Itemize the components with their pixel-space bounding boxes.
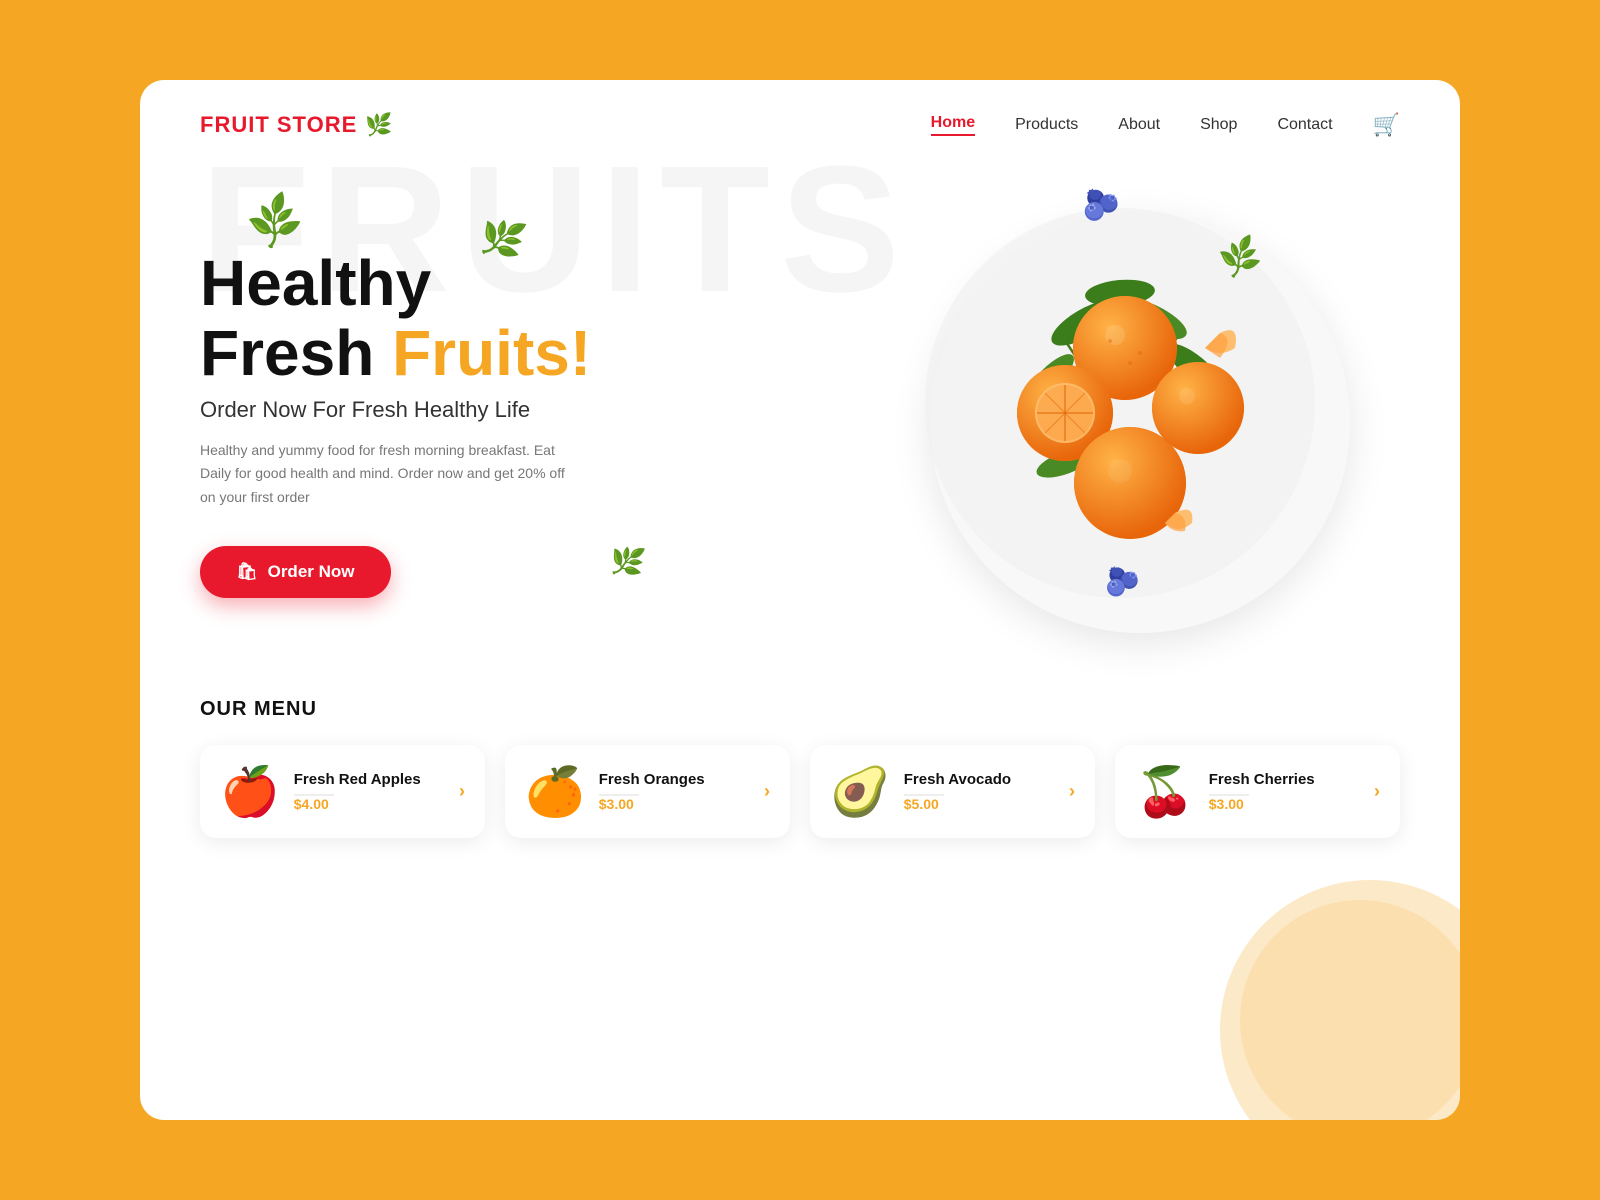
menu-info-oranges: Fresh Oranges $3.00 <box>599 771 750 812</box>
logo-fruit-text: FRUIT <box>200 112 270 137</box>
main-nav: Home Products About Shop Contact 🛒 <box>931 112 1400 138</box>
menu-info-cherries: Fresh Cherries $3.00 <box>1209 771 1360 812</box>
order-btn-label: Order Now <box>268 562 355 582</box>
menu-section: OUR MENU 🍎 Fresh Red Apples $4.00 › 🍊 Fr… <box>140 698 1460 878</box>
menu-name-oranges: Fresh Oranges <box>599 771 750 788</box>
plate-container <box>910 193 1370 653</box>
menu-price-cherries: $3.00 <box>1209 796 1360 812</box>
logo-leaf-icon: 🌿 <box>365 112 392 138</box>
menu-price-oranges: $3.00 <box>599 796 750 812</box>
menu-card-cherries[interactable]: 🍒 Fresh Cherries $3.00 › <box>1115 745 1400 838</box>
menu-icon-apples: 🍎 <box>220 763 280 820</box>
hero-title-line1: Healthy <box>200 247 431 319</box>
hero-description: Healthy and yummy food for fresh morning… <box>200 439 580 510</box>
menu-name-avocado: Fresh Avocado <box>904 771 1055 788</box>
menu-price-avocado: $5.00 <box>904 796 1055 812</box>
menu-icon-avocado: 🥑 <box>830 763 890 820</box>
hero-title-line2-black: Fresh <box>200 317 392 389</box>
nav-item-shop[interactable]: Shop <box>1200 116 1237 134</box>
logo-store-text: STORE <box>270 112 358 137</box>
menu-section-title: OUR MENU <box>200 698 1400 721</box>
menu-arrow-oranges[interactable]: › <box>764 781 770 802</box>
menu-info-apples: Fresh Red Apples $4.00 <box>294 771 445 812</box>
menu-card-avocado[interactable]: 🥑 Fresh Avocado $5.00 › <box>810 745 1095 838</box>
main-container: FRUITS FRUIT STORE 🌿 Home Products About… <box>140 80 1460 1120</box>
hero-section: 🌿 🌿 🌿 🫐 🫐 🌿 Healthy Fresh Fruits! Order … <box>140 138 1460 698</box>
nav-item-about[interactable]: About <box>1118 116 1160 134</box>
floating-raspberry-2: 🫐 <box>1105 565 1140 598</box>
menu-arrow-cherries[interactable]: › <box>1374 781 1380 802</box>
logo-text: FRUIT STORE <box>200 112 357 138</box>
hero-title-fruits: Fruits! <box>392 317 591 389</box>
menu-grid: 🍎 Fresh Red Apples $4.00 › 🍊 Fresh Orang… <box>200 745 1400 838</box>
menu-card-apples[interactable]: 🍎 Fresh Red Apples $4.00 › <box>200 745 485 838</box>
header: FRUIT STORE 🌿 Home Products About Shop C… <box>140 80 1460 138</box>
hero-content: Healthy Fresh Fruits! Order Now For Fres… <box>200 248 880 598</box>
menu-icon-cherries: 🍒 <box>1135 763 1195 820</box>
hero-subtitle: Order Now For Fresh Healthy Life <box>200 397 880 423</box>
menu-name-cherries: Fresh Cherries <box>1209 771 1360 788</box>
floating-raspberry-1: 🫐 <box>1083 188 1120 223</box>
hero-fruit-display <box>880 193 1400 653</box>
hero-title: Healthy Fresh Fruits! <box>200 248 880 389</box>
menu-icon-oranges: 🍊 <box>525 763 585 820</box>
menu-arrow-apples[interactable]: › <box>459 781 465 802</box>
menu-card-oranges[interactable]: 🍊 Fresh Oranges $3.00 › <box>505 745 790 838</box>
menu-price-apples: $4.00 <box>294 796 445 812</box>
nav-item-home[interactable]: Home <box>931 114 975 136</box>
menu-name-apples: Fresh Red Apples <box>294 771 445 788</box>
logo[interactable]: FRUIT STORE 🌿 <box>200 112 393 138</box>
order-now-button[interactable]: 🛍 Order Now <box>200 546 391 598</box>
oranges-svg <box>910 193 1330 613</box>
nav-item-products[interactable]: Products <box>1015 116 1078 134</box>
floating-leaf-1: 🌿 <box>242 189 309 255</box>
order-bag-icon: 🛍 <box>236 562 258 582</box>
cart-icon[interactable]: 🛒 <box>1373 112 1400 138</box>
menu-arrow-avocado[interactable]: › <box>1069 781 1075 802</box>
nav-item-contact[interactable]: Contact <box>1277 116 1332 134</box>
menu-info-avocado: Fresh Avocado $5.00 <box>904 771 1055 812</box>
